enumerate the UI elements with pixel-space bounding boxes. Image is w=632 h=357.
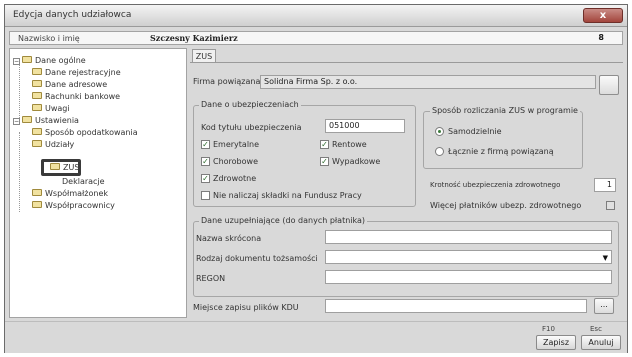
- chorobowe-checkbox[interactable]: ✓: [201, 157, 210, 166]
- rentowe-label: Rentowe: [332, 140, 367, 149]
- regon-label: REGON: [196, 274, 226, 283]
- dane-uzupelniajace-title: Dane uzupełniające (do danych płatnika): [199, 216, 368, 225]
- f10-key-hint: F10: [542, 325, 555, 333]
- tree-item-sposob-opodatkowania[interactable]: Sposób opodatkowania: [32, 127, 138, 138]
- folder-icon: [32, 68, 42, 75]
- tree-item-wspolmalzonek[interactable]: Współmałżonek: [32, 188, 108, 199]
- nie-naliczaj-label: Nie naliczaj składki na Fundusz Pracy: [213, 191, 362, 200]
- nie-naliczaj-checkbox[interactable]: [201, 191, 210, 200]
- zdrowotne-label: Zdrowotne: [213, 174, 257, 183]
- name-label: Nazwisko i imię: [18, 34, 80, 43]
- chorobowe-label: Chorobowe: [213, 157, 258, 166]
- regon-field[interactable]: [325, 270, 612, 284]
- firma-label: Firma powiązana: [193, 77, 261, 86]
- title-bar[interactable]: Edycja danych udziałowca x: [5, 5, 627, 27]
- collapse-icon[interactable]: −: [13, 118, 20, 125]
- tab-zus[interactable]: ZUS: [192, 49, 216, 63]
- save-button[interactable]: Zapisz: [536, 335, 576, 350]
- sposob-rozliczania-title: Sposób rozliczania ZUS w programie: [430, 106, 580, 115]
- name-bar-icon[interactable]: 8: [598, 33, 604, 42]
- tree-connector: [19, 60, 20, 120]
- tree-item-uwagi[interactable]: Uwagi: [32, 103, 70, 114]
- rodzaj-dokumentu-label: Rodzaj dokumentu tożsamości: [196, 254, 318, 263]
- sposob-rozliczania-group: [423, 111, 583, 169]
- tree-item-dane-rejestracyjne[interactable]: Dane rejestracyjne: [32, 67, 121, 78]
- emerytalne-label: Emerytalne: [213, 140, 260, 149]
- cancel-button[interactable]: Anuluj: [581, 335, 621, 350]
- zdrowotne-checkbox[interactable]: ✓: [201, 174, 210, 183]
- wiecej-platnikow-checkbox[interactable]: [606, 201, 615, 210]
- miejsce-zapisu-field[interactable]: [325, 299, 587, 313]
- footer-bar: F10 Esc Zapisz Anuluj: [5, 321, 627, 353]
- tab-body: Firma powiązana Solidna Firma Sp. z o.o.…: [190, 62, 623, 318]
- tree-connector: [19, 132, 20, 212]
- firma-select-button[interactable]: [599, 75, 619, 95]
- nazwa-skrocona-label: Nazwa skrócona: [196, 234, 262, 243]
- folder-icon: [32, 80, 42, 87]
- rentowe-checkbox[interactable]: ✓: [320, 140, 329, 149]
- wypadkowe-checkbox[interactable]: ✓: [320, 157, 329, 166]
- tree-item-dane-ogolne[interactable]: − Dane ogólne: [13, 55, 86, 66]
- folder-icon: [32, 128, 42, 135]
- tree-item-ustawienia[interactable]: − Ustawienia: [13, 115, 79, 126]
- kod-field[interactable]: 051000: [325, 119, 405, 133]
- miejsce-zapisu-label: Miejsce zapisu plików KDU: [193, 303, 299, 312]
- name-bar: Nazwisko i imię Szczesny Kazimierz 8: [9, 31, 623, 45]
- samodzielnie-radio[interactable]: [435, 127, 444, 136]
- folder-icon: [32, 92, 42, 99]
- emerytalne-checkbox[interactable]: ✓: [201, 140, 210, 149]
- nazwa-skrocona-field[interactable]: [325, 230, 612, 244]
- esc-key-hint: Esc: [590, 325, 602, 333]
- folder-icon: [22, 56, 32, 63]
- lacznie-radio[interactable]: [435, 147, 444, 156]
- lacznie-label: Łącznie z firmą powiązaną: [448, 147, 554, 156]
- dropdown-arrow-icon[interactable]: ▼: [603, 252, 608, 263]
- close-button[interactable]: x: [583, 8, 623, 23]
- tree-item-wspolpracownicy[interactable]: Współpracownicy: [32, 200, 115, 211]
- collapse-icon[interactable]: −: [13, 58, 20, 65]
- window-title: Edycja danych udziałowca: [13, 10, 132, 20]
- kod-label: Kod tytułu ubezpieczenia: [201, 123, 302, 132]
- wypadkowe-label: Wypadkowe: [332, 157, 381, 166]
- tree-item-dane-adresowe[interactable]: Dane adresowe: [32, 79, 107, 90]
- name-value: Szczesny Kazimierz: [150, 33, 238, 43]
- tree-item-udzialy[interactable]: Udziały: [32, 139, 74, 150]
- wiecej-platnikow-label: Więcej płatników ubezp. zdrowotnego: [430, 201, 582, 210]
- tree-item-deklaracje[interactable]: Deklaracje: [62, 176, 105, 187]
- firma-field[interactable]: Solidna Firma Sp. z o.o.: [260, 75, 596, 89]
- rodzaj-dokumentu-select[interactable]: ▼: [325, 250, 612, 264]
- folder-icon: [32, 104, 42, 111]
- folder-icon: [22, 116, 32, 123]
- navigation-tree: − Dane ogólne Dane rejestracyjne Dane adr…: [9, 48, 187, 318]
- dane-ubezpieczenia-title: Dane o ubezpieczeniach: [199, 100, 301, 109]
- krotnosc-label: Krotność ubezpieczenia zdrowotnego: [430, 181, 561, 189]
- samodzielnie-label: Samodzielnie: [448, 127, 502, 136]
- folder-icon: [32, 140, 42, 147]
- dialog-window: Edycja danych udziałowca x Nazwisko i im…: [4, 4, 628, 353]
- browse-button[interactable]: ...: [594, 298, 614, 314]
- selection-highlight: [41, 159, 81, 176]
- tree-item-rachunki-bankowe[interactable]: Rachunki bankowe: [32, 91, 120, 102]
- folder-icon: [32, 189, 42, 196]
- main-panel: ZUS Firma powiązana Solidna Firma Sp. z …: [190, 48, 623, 318]
- folder-icon: [32, 201, 42, 208]
- krotnosc-field[interactable]: 1: [594, 178, 616, 192]
